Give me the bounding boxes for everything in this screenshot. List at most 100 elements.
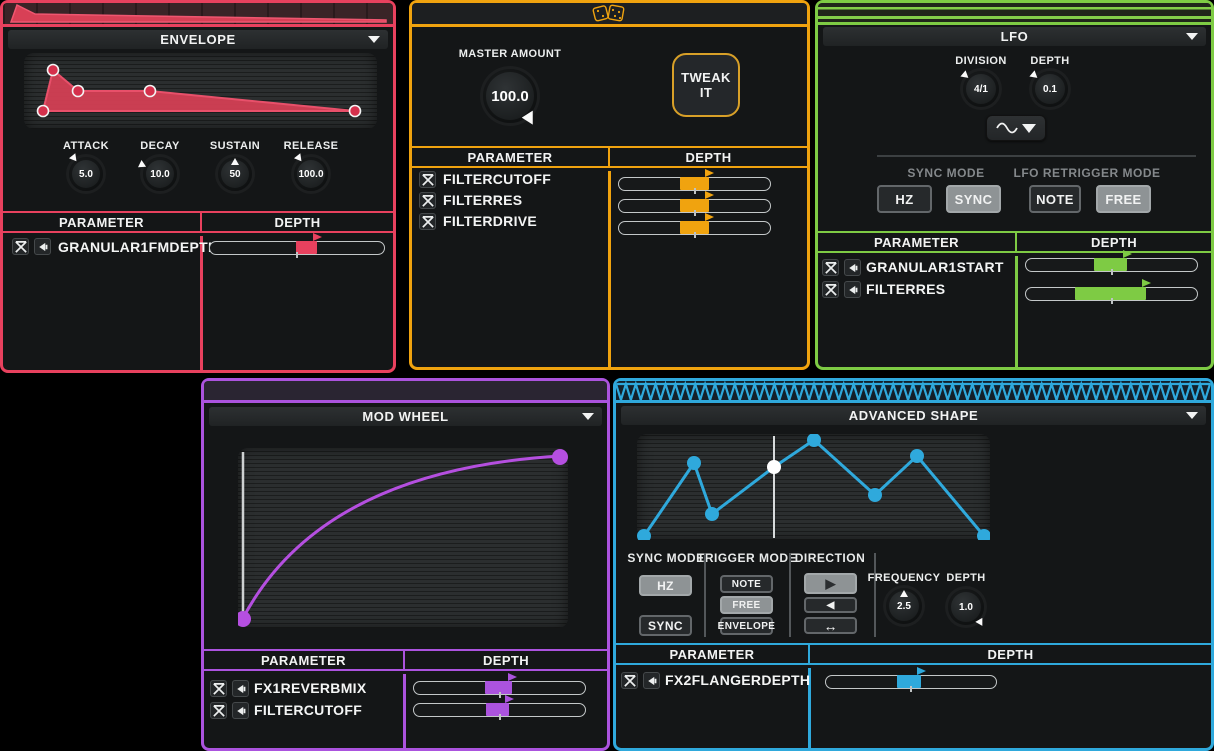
depth-slider[interactable] bbox=[413, 681, 586, 695]
remove-x-icon bbox=[213, 705, 225, 717]
mute-param-button[interactable] bbox=[34, 238, 51, 255]
depth-slider[interactable] bbox=[618, 199, 771, 213]
depth-slider[interactable] bbox=[825, 675, 997, 689]
depth-slider-handle[interactable] bbox=[486, 703, 509, 716]
depth-slider-handle[interactable] bbox=[897, 675, 921, 688]
sync-mode-label: SYNC MODE bbox=[907, 166, 984, 180]
master-amount-label: MASTER AMOUNT bbox=[459, 48, 562, 60]
remove-param-button[interactable] bbox=[419, 192, 436, 209]
advanced-header-dropdown[interactable]: ADVANCED SHAPE bbox=[621, 406, 1206, 425]
release-knob[interactable]: 100.0 bbox=[294, 157, 328, 191]
decay-label: DECAY bbox=[140, 140, 180, 152]
remove-param-button[interactable] bbox=[419, 171, 436, 188]
master-amount-knob[interactable]: 100.0 bbox=[483, 69, 537, 123]
retrigger-note-button[interactable]: NOTE bbox=[1029, 185, 1081, 213]
depth-slider[interactable] bbox=[1025, 287, 1198, 301]
param-name: FILTERCUTOFF bbox=[443, 171, 551, 188]
mute-param-button[interactable] bbox=[232, 680, 249, 697]
depth-slider-flag bbox=[1142, 279, 1151, 287]
depth-slider-flag bbox=[705, 191, 714, 199]
trigger-note-button[interactable]: NOTE bbox=[720, 575, 773, 593]
depth-header: DEPTH bbox=[200, 213, 393, 231]
remove-param-button[interactable] bbox=[210, 702, 227, 719]
sustain-knob[interactable]: 50 bbox=[218, 157, 252, 191]
direction-bidirectional-button[interactable]: ↔ bbox=[804, 617, 857, 634]
remove-param-button[interactable] bbox=[621, 672, 638, 689]
chevron-down-icon bbox=[1186, 33, 1198, 40]
note-label: NOTE bbox=[1036, 192, 1074, 207]
advanced-preview-strip[interactable] bbox=[616, 381, 1211, 403]
parameter-header: PARAMETER bbox=[616, 645, 808, 663]
retrigger-free-button[interactable]: FREE bbox=[1096, 185, 1151, 213]
depth-slider[interactable] bbox=[413, 703, 586, 717]
adv-depth-value: 1.0 bbox=[959, 602, 973, 613]
envelope-label: ENVELOPE bbox=[718, 621, 776, 632]
lfo-preview-strip[interactable] bbox=[818, 3, 1211, 25]
advanced-title: ADVANCED SHAPE bbox=[849, 408, 979, 423]
remove-param-button[interactable] bbox=[12, 238, 29, 255]
modwheel-curve-graph[interactable] bbox=[238, 448, 568, 628]
depth-slider-tick bbox=[499, 714, 501, 720]
lfo-header-dropdown[interactable]: LFO bbox=[823, 27, 1206, 46]
depth-slider-handle[interactable] bbox=[296, 241, 317, 254]
depth-slider[interactable] bbox=[618, 221, 771, 235]
lfo-waveform-selector[interactable] bbox=[986, 115, 1046, 141]
frequency-knob[interactable]: 2.5 bbox=[886, 588, 922, 624]
remove-param-button[interactable] bbox=[822, 281, 839, 298]
division-knob[interactable]: 4/1 bbox=[963, 71, 999, 107]
lfo-hz-button[interactable]: HZ bbox=[877, 185, 932, 213]
decay-knob[interactable]: 10.0 bbox=[143, 157, 177, 191]
frequency-value: 2.5 bbox=[897, 601, 911, 612]
depth-header: DEPTH bbox=[1015, 233, 1211, 251]
depth-slider[interactable] bbox=[1025, 258, 1198, 272]
depth-slider[interactable] bbox=[618, 177, 771, 191]
mute-param-button[interactable] bbox=[232, 702, 249, 719]
trigger-free-button[interactable]: FREE bbox=[720, 596, 773, 614]
dice-icon bbox=[589, 3, 629, 25]
envelope-header-dropdown[interactable]: ENVELOPE bbox=[8, 30, 388, 49]
randomizer-strip[interactable] bbox=[412, 3, 807, 27]
depth-slider-flag bbox=[508, 673, 517, 681]
mute-param-button[interactable] bbox=[844, 259, 861, 276]
depth-slider-flag bbox=[313, 233, 322, 241]
remove-x-icon bbox=[422, 195, 434, 207]
lfo-sync-button[interactable]: SYNC bbox=[946, 185, 1001, 213]
depth-slider-flag bbox=[705, 169, 714, 177]
shape-editor-graph[interactable] bbox=[637, 434, 990, 540]
remove-param-button[interactable] bbox=[419, 213, 436, 230]
arrow-both-icon: ↔ bbox=[824, 618, 838, 634]
direction-forward-button[interactable]: ▶ bbox=[804, 573, 857, 594]
envelope-graph[interactable] bbox=[24, 53, 377, 129]
remove-param-button[interactable] bbox=[210, 680, 227, 697]
mute-param-button[interactable] bbox=[844, 281, 861, 298]
advanced-shape-panel: ADVANCED SHAPE SYNC MODE TRIGG bbox=[613, 378, 1214, 751]
depth-slider-flag bbox=[705, 213, 714, 221]
adv-depth-label: DEPTH bbox=[946, 572, 985, 584]
depth-slider-tick bbox=[694, 188, 696, 194]
remove-x-icon bbox=[213, 683, 225, 695]
param-name: FILTERRES bbox=[443, 192, 522, 209]
envelope-title: ENVELOPE bbox=[160, 32, 236, 47]
param-name: FILTERCUTOFF bbox=[254, 702, 362, 719]
sine-wave-icon bbox=[996, 121, 1018, 135]
direction-backward-button[interactable]: ◀ bbox=[804, 597, 857, 613]
lfo-depth-knob[interactable]: 0.1 bbox=[1032, 71, 1068, 107]
tweak-it-button[interactable]: TWEAK IT bbox=[672, 53, 740, 117]
depth-slider[interactable] bbox=[209, 241, 385, 255]
chevron-down-icon bbox=[368, 36, 380, 43]
remove-param-button[interactable] bbox=[822, 259, 839, 276]
modwheel-header-dropdown[interactable]: MOD WHEEL bbox=[209, 407, 602, 426]
adv-hz-button[interactable]: HZ bbox=[639, 575, 692, 596]
adv-sync-mode-label: SYNC MODE bbox=[627, 551, 704, 565]
lfo-table-divider bbox=[1015, 256, 1018, 367]
randomizer-table-divider bbox=[608, 171, 611, 367]
adv-depth-knob[interactable]: 1.0 bbox=[948, 589, 984, 625]
trigger-envelope-button[interactable]: ENVELOPE bbox=[720, 617, 773, 635]
adv-sync-button[interactable]: SYNC bbox=[639, 615, 692, 636]
depth-slider-tick bbox=[499, 692, 501, 698]
mute-param-button[interactable] bbox=[643, 672, 660, 689]
envelope-preview-strip[interactable] bbox=[3, 3, 393, 27]
modwheel-strip[interactable] bbox=[204, 381, 607, 403]
param-name: FX2FLANGERDEPTH bbox=[665, 672, 810, 689]
attack-knob[interactable]: 5.0 bbox=[69, 157, 103, 191]
